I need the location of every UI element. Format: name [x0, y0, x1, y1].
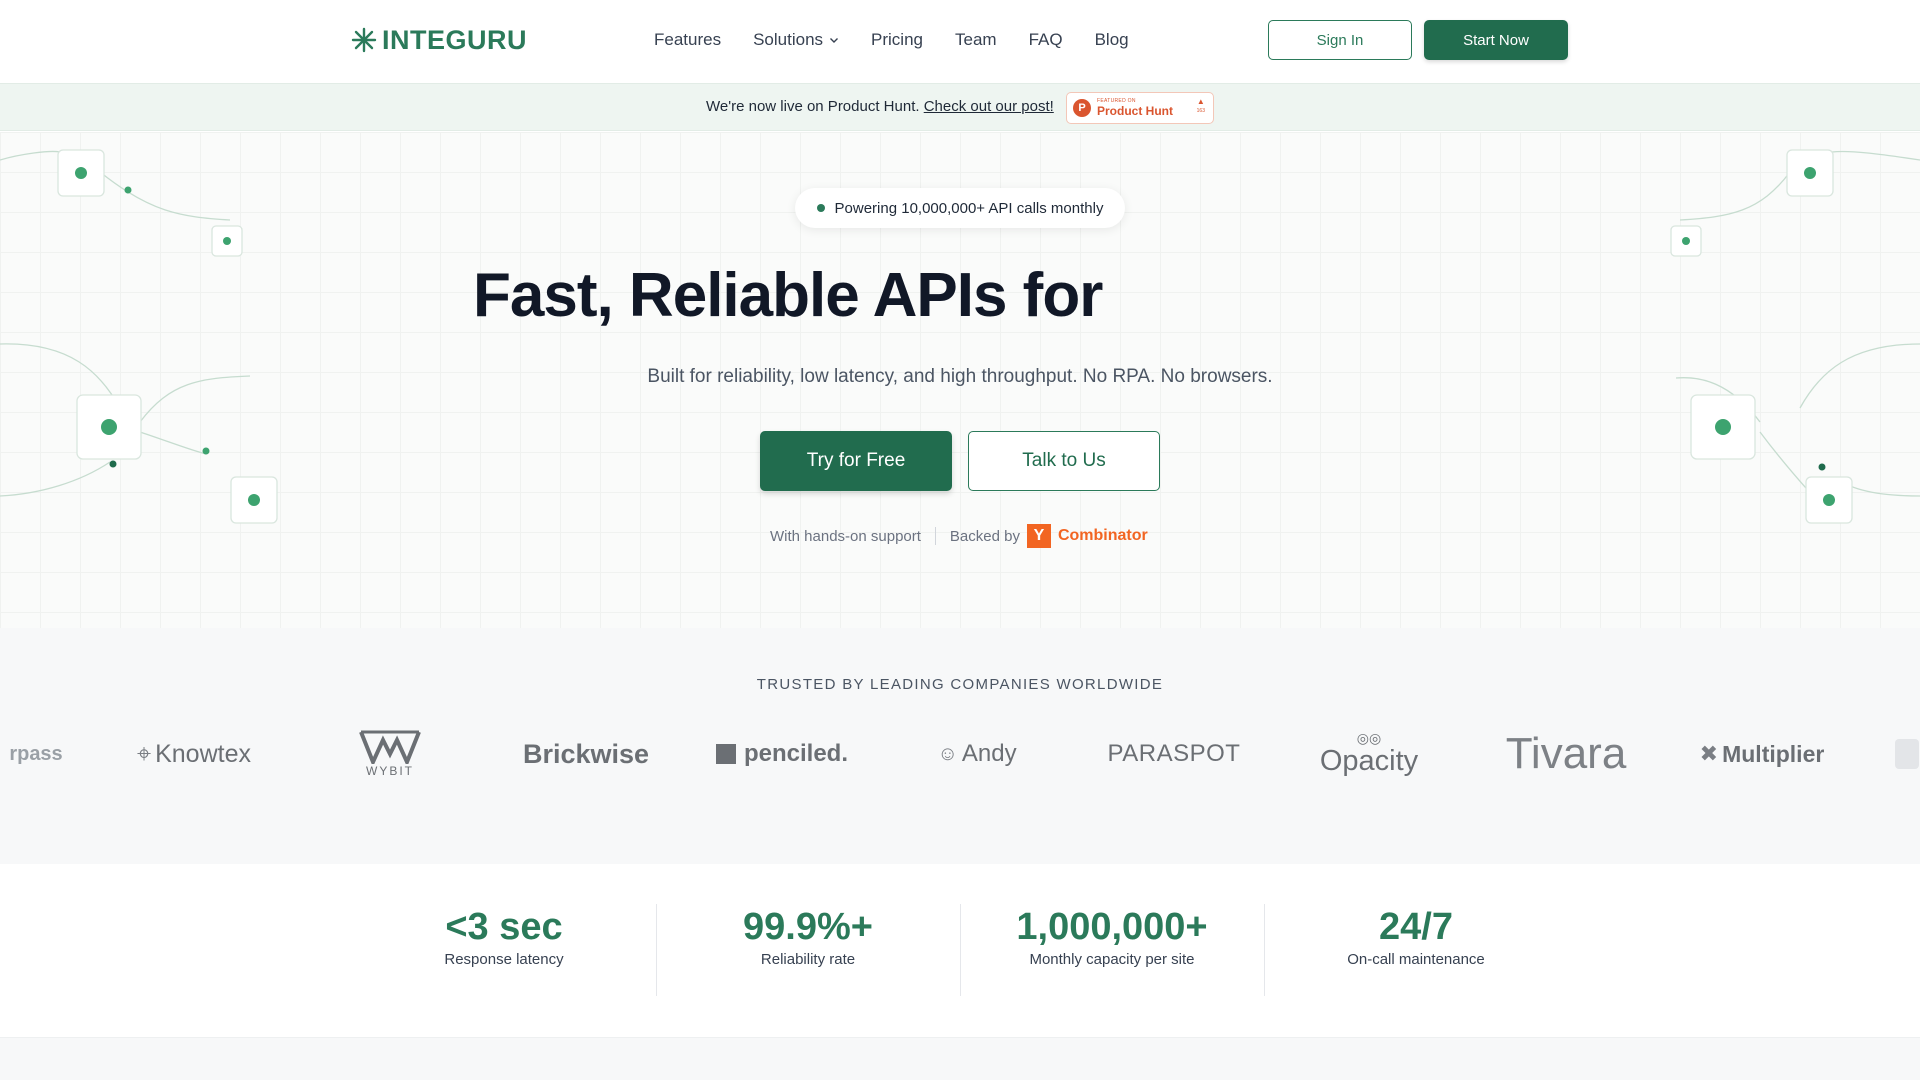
- partial-logo-icon: [1895, 739, 1919, 769]
- stat-label: Monthly capacity per site: [1029, 951, 1195, 968]
- try-for-free-button[interactable]: Try for Free: [760, 431, 952, 491]
- sign-in-button[interactable]: Sign In: [1268, 20, 1412, 60]
- logo-opacity: ◎◎ Opacity: [1310, 728, 1428, 780]
- talk-to-us-button[interactable]: Talk to Us: [968, 431, 1160, 491]
- announcement-link[interactable]: Check out our post!: [924, 98, 1054, 115]
- logo-wybit-text: WYBIT: [366, 764, 414, 778]
- logo-paraspot: PARASPOT: [1104, 728, 1240, 780]
- backed-by-text: Backed by: [949, 527, 1020, 545]
- upvote-count: 163: [1196, 108, 1205, 114]
- stat-value: 24/7: [1379, 906, 1453, 948]
- nav-solutions-label: Solutions: [753, 30, 824, 49]
- y-combinator-name: Combinator: [1057, 527, 1148, 544]
- stat-value: <3 sec: [445, 906, 563, 948]
- starburst-logo-icon: [351, 27, 377, 53]
- penciled-square-icon: [715, 744, 736, 764]
- logo-paraspot-text: PARASPOT: [1107, 740, 1241, 767]
- logo-andy: ☺ Andy: [932, 728, 1022, 780]
- nav-team[interactable]: Team: [955, 28, 997, 52]
- upvote-arrow-icon: ▲: [1196, 97, 1205, 106]
- logo-tivara-text: Tivara: [1505, 729, 1627, 778]
- product-hunt-badge[interactable]: P FEATURED ON Product Hunt ▲ 163: [1066, 92, 1214, 124]
- logo-brickwise: Brickwise: [514, 728, 658, 780]
- stat-value: 1,000,000+: [1016, 906, 1208, 948]
- start-now-button[interactable]: Start Now: [1424, 20, 1568, 60]
- backing-info: With hands-on support Backed by Y Combin…: [770, 523, 1148, 549]
- trusted-title: TRUSTED BY LEADING COMPANIES WORLDWIDE: [756, 676, 1164, 693]
- brand-logo[interactable]: INTEGURU: [350, 24, 527, 56]
- stat-value: 99.9%+: [743, 906, 873, 948]
- stat-latency: <3 sec Response latency: [352, 904, 656, 996]
- announcement-text: We're now live on Product Hunt. Check ou…: [706, 98, 1054, 115]
- chevron-down-icon: [830, 38, 839, 43]
- nav-pricing[interactable]: Pricing: [871, 28, 923, 52]
- logo-multiplier-text: Multiplier: [1722, 740, 1825, 767]
- logo-multiplier: ✖ Multiplier: [1694, 728, 1830, 780]
- logo-rpass-text: rpass: [9, 742, 63, 765]
- api-calls-pill: Powering 10,000,000+ API calls monthly: [795, 188, 1125, 228]
- stat-reliability: 99.9%+ Reliability rate: [656, 904, 960, 996]
- product-hunt-name: Product Hunt: [1097, 104, 1173, 118]
- hero-section: Powering 10,000,000+ API calls monthly F…: [0, 132, 1920, 628]
- status-dot-icon: [816, 204, 825, 212]
- support-text: With hands-on support: [770, 527, 921, 545]
- product-hunt-votes: ▲ 163: [1197, 98, 1205, 114]
- nav-links: Features Solutions Pricing Team FAQ Blog: [654, 28, 1161, 52]
- next-section-strip: [0, 1038, 1920, 1080]
- logo-rpass: rpass: [6, 728, 66, 780]
- y-combinator-icon: Y: [1026, 524, 1051, 548]
- logo-andy-text: Andy: [961, 740, 1017, 767]
- multiplier-x-icon: ✖: [1699, 741, 1719, 766]
- stat-label: Reliability rate: [760, 951, 856, 968]
- logo-knowtex: ⌖ Knowtex: [124, 728, 264, 780]
- logo-penciled-text: penciled.: [743, 740, 849, 767]
- brand-name: INTEGURU: [382, 24, 527, 55]
- nav-features[interactable]: Features: [654, 28, 721, 52]
- andy-avatar-icon: ☺: [937, 742, 958, 765]
- api-calls-text: Powering 10,000,000+ API calls monthly: [834, 199, 1104, 217]
- top-navigation: INTEGURU Features Solutions Pricing Team…: [0, 0, 1920, 83]
- logo-partial-right: [1894, 728, 1920, 780]
- logo-wybit: WYBIT: [350, 728, 430, 780]
- nav-solutions[interactable]: Solutions: [753, 28, 839, 52]
- logo-penciled: penciled.: [714, 728, 850, 780]
- knowtex-tree-icon: ⌖: [137, 739, 152, 768]
- nav-blog[interactable]: Blog: [1095, 28, 1129, 52]
- divider: [934, 527, 936, 545]
- product-hunt-texts: FEATURED ON Product Hunt: [1097, 99, 1173, 118]
- product-hunt-icon: P: [1073, 99, 1091, 117]
- opacity-rings-icon: ◎◎: [1356, 729, 1382, 746]
- wybit-w-icon: [359, 730, 421, 764]
- stat-maintenance: 24/7 On-call maintenance: [1264, 904, 1568, 996]
- stat-label: Response latency: [444, 951, 564, 968]
- stat-capacity: 1,000,000+ Monthly capacity per site: [960, 904, 1264, 996]
- logo-brickwise-text: Brickwise: [522, 738, 650, 769]
- trusted-logos-section: TRUSTED BY LEADING COMPANIES WORLDWIDE r…: [0, 628, 1920, 864]
- hero-title: Fast, Reliable APIs for: [473, 261, 1103, 330]
- hero-subtitle: Built for reliability, low latency, and …: [647, 366, 1273, 387]
- logo-tivara: Tivara: [1498, 728, 1634, 780]
- nav-faq[interactable]: FAQ: [1029, 28, 1063, 52]
- announcement-bar: We're now live on Product Hunt. Check ou…: [0, 83, 1920, 131]
- stats-section: <3 sec Response latency 99.9%+ Reliabili…: [0, 864, 1920, 1038]
- stat-label: On-call maintenance: [1347, 951, 1485, 968]
- logo-knowtex-text: Knowtex: [155, 739, 251, 768]
- announcement-message: We're now live on Product Hunt.: [706, 98, 920, 115]
- logo-opacity-text: Opacity: [1319, 744, 1419, 777]
